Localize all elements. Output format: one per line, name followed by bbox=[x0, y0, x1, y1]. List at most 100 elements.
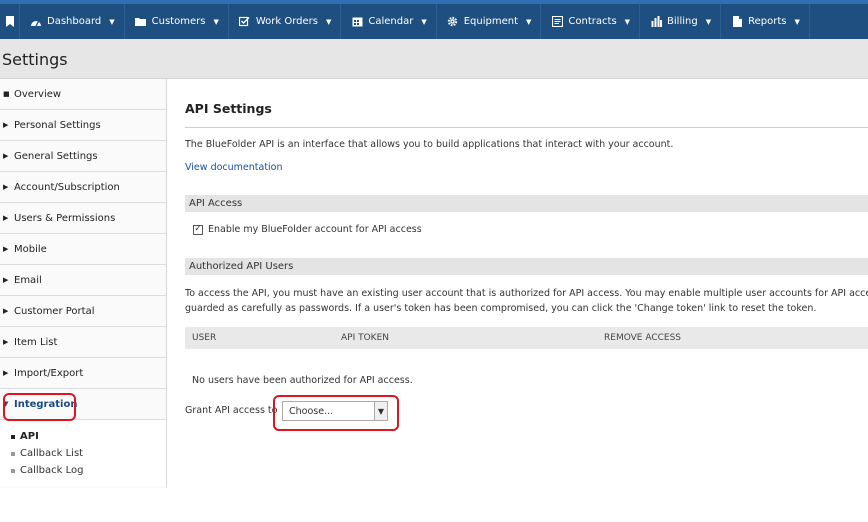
contract-icon bbox=[551, 16, 563, 28]
chevron-right-icon: ▶ bbox=[3, 214, 9, 222]
bar-chart-icon bbox=[650, 16, 662, 28]
page-title: Settings bbox=[2, 50, 68, 69]
nav-billing-label: Billing bbox=[667, 16, 698, 27]
api-settings-panel: API Settings The BlueFolder API is an in… bbox=[185, 79, 868, 522]
sidebar-item-label: Customer Portal bbox=[14, 305, 95, 317]
chevron-down-icon: ▼ bbox=[526, 17, 532, 26]
chevron-down-icon[interactable]: ▼ bbox=[374, 402, 387, 420]
subnav-item-label: API bbox=[20, 431, 39, 442]
users-table-header: USER API TOKEN REMOVE ACCESS bbox=[185, 327, 868, 349]
subnav-item-callback-list[interactable]: Callback List bbox=[0, 445, 166, 462]
subnav-item-label: Callback List bbox=[20, 448, 84, 459]
nav-contracts-label: Contracts bbox=[568, 16, 617, 27]
sidebar-item-general-settings[interactable]: ▶ General Settings bbox=[0, 141, 166, 172]
section-heading: API Settings bbox=[185, 101, 272, 116]
api-access-header: API Access bbox=[185, 195, 868, 212]
sidebar-item-label: Mobile bbox=[14, 243, 47, 255]
nav-customers-label: Customers bbox=[151, 16, 206, 27]
nav-work-orders-label: Work Orders bbox=[255, 16, 318, 27]
view-documentation-link[interactable]: View documentation bbox=[185, 162, 283, 173]
description-line-1: To access the API, you must have an exis… bbox=[185, 288, 868, 299]
enable-api-checkbox[interactable]: ✓ bbox=[193, 224, 203, 235]
chevron-down-icon: ▼ bbox=[325, 17, 332, 26]
grant-user-select-value: Choose... bbox=[289, 405, 334, 417]
enable-api-row: ✓ Enable my BlueFolder account for API a… bbox=[193, 224, 422, 235]
authorized-users-title: Authorized API Users bbox=[189, 261, 294, 272]
dashboard-icon bbox=[30, 16, 42, 28]
title-bar: Settings bbox=[0, 39, 868, 79]
intro-text: The BlueFolder API is an interface that … bbox=[185, 139, 674, 150]
column-user[interactable]: USER bbox=[192, 333, 216, 343]
checkbox-icon bbox=[239, 16, 251, 28]
chevron-down-icon: ▼ bbox=[624, 17, 631, 26]
chevron-down-icon: ▼ bbox=[109, 17, 115, 26]
sidebar-item-personal-settings[interactable]: ▶ Personal Settings bbox=[0, 110, 166, 141]
nav-billing[interactable]: Billing ▼ bbox=[640, 4, 722, 39]
sidebar-item-label: Personal Settings bbox=[14, 119, 101, 131]
bullet-icon bbox=[11, 434, 15, 439]
square-bullet-icon: ■ bbox=[3, 90, 10, 98]
sidebar-item-integration[interactable]: ▼ Integration bbox=[0, 389, 166, 420]
sidebar-item-users-permissions[interactable]: ▶ Users & Permissions bbox=[0, 203, 166, 234]
integration-subnav: API Callback List Callback Log bbox=[0, 420, 166, 486]
bullet-icon bbox=[11, 468, 15, 473]
enable-api-label[interactable]: Enable my BlueFolder account for API acc… bbox=[208, 224, 422, 235]
subnav-item-label: Callback Log bbox=[20, 465, 84, 476]
sidebar-item-item-list[interactable]: ▶ Item List bbox=[0, 327, 166, 358]
nav-calendar[interactable]: Calendar ▼ bbox=[341, 4, 437, 39]
sidebar-item-label: Item List bbox=[14, 336, 58, 348]
empty-users-message: No users have been authorized for API ac… bbox=[192, 375, 413, 386]
column-remove-access[interactable]: REMOVE ACCESS bbox=[604, 333, 681, 343]
sidebar-item-customer-portal[interactable]: ▶ Customer Portal bbox=[0, 296, 166, 327]
nav-dashboard-label: Dashboard bbox=[47, 16, 102, 27]
grant-access-label: Grant API access to bbox=[185, 405, 278, 416]
chevron-right-icon: ▶ bbox=[3, 369, 9, 377]
authorized-users-description: To access the API, you must have an exis… bbox=[185, 286, 868, 316]
chevron-right-icon: ▶ bbox=[3, 152, 9, 160]
sidebar-item-label: General Settings bbox=[14, 150, 98, 162]
gear-icon bbox=[447, 16, 459, 28]
nav-equipment-label: Equipment bbox=[463, 16, 519, 27]
api-access-title: API Access bbox=[189, 198, 243, 209]
chevron-down-icon: ▼ bbox=[794, 17, 800, 26]
nav-calendar-label: Calendar bbox=[368, 16, 414, 27]
folder-icon bbox=[134, 16, 147, 28]
sidebar-item-label: Users & Permissions bbox=[14, 212, 116, 224]
sidebar-item-label: Account/Subscription bbox=[14, 181, 120, 193]
sidebar-item-label: Overview bbox=[14, 88, 62, 100]
chevron-right-icon: ▶ bbox=[3, 183, 9, 191]
chevron-down-icon: ▼ bbox=[705, 17, 712, 26]
chevron-right-icon: ▶ bbox=[3, 307, 9, 315]
sidebar-item-import-export[interactable]: ▶ Import/Export bbox=[0, 358, 166, 389]
grant-user-select[interactable]: Choose... ▼ bbox=[282, 401, 388, 421]
sidebar-item-label: Email bbox=[14, 274, 42, 286]
nav-equipment[interactable]: Equipment ▼ bbox=[437, 4, 542, 39]
chevron-right-icon: ▶ bbox=[3, 245, 9, 253]
nav-dashboard[interactable]: Dashboard ▼ bbox=[20, 4, 125, 39]
subnav-item-api[interactable]: API bbox=[0, 428, 166, 445]
description-line-2: guarded as carefully as passwords. If a … bbox=[185, 303, 817, 314]
chevron-down-icon: ▼ bbox=[213, 17, 219, 26]
document-icon bbox=[731, 16, 743, 28]
authorized-users-header: Authorized API Users bbox=[185, 258, 868, 275]
sidebar-item-email[interactable]: ▶ Email bbox=[0, 265, 166, 296]
sidebar-item-label: Import/Export bbox=[14, 367, 84, 379]
heading-divider bbox=[185, 127, 868, 128]
column-api-token[interactable]: API TOKEN bbox=[341, 333, 389, 343]
sidebar-item-account-subscription[interactable]: ▶ Account/Subscription bbox=[0, 172, 166, 203]
nav-work-orders[interactable]: Work Orders ▼ bbox=[229, 4, 342, 39]
bookmark-icon[interactable] bbox=[0, 4, 20, 39]
nav-contracts[interactable]: Contracts ▼ bbox=[541, 4, 641, 39]
bullet-icon bbox=[11, 451, 15, 456]
sidebar-item-overview[interactable]: ■ Overview bbox=[0, 79, 166, 110]
subnav-item-callback-log[interactable]: Callback Log bbox=[0, 462, 166, 479]
settings-sidebar: ■ Overview ▶ Personal Settings ▶ General… bbox=[0, 79, 167, 488]
nav-customers[interactable]: Customers ▼ bbox=[125, 4, 229, 39]
sidebar-item-label: Integration bbox=[14, 398, 78, 410]
main-navbar: Dashboard ▼ Customers ▼ Work Orders ▼ Ca… bbox=[0, 4, 868, 39]
chevron-down-icon: ▼ bbox=[421, 17, 427, 26]
sidebar-item-mobile[interactable]: ▶ Mobile bbox=[0, 234, 166, 265]
nav-reports-label: Reports bbox=[748, 16, 787, 27]
chevron-right-icon: ▶ bbox=[3, 276, 9, 284]
nav-reports[interactable]: Reports ▼ bbox=[721, 4, 810, 39]
